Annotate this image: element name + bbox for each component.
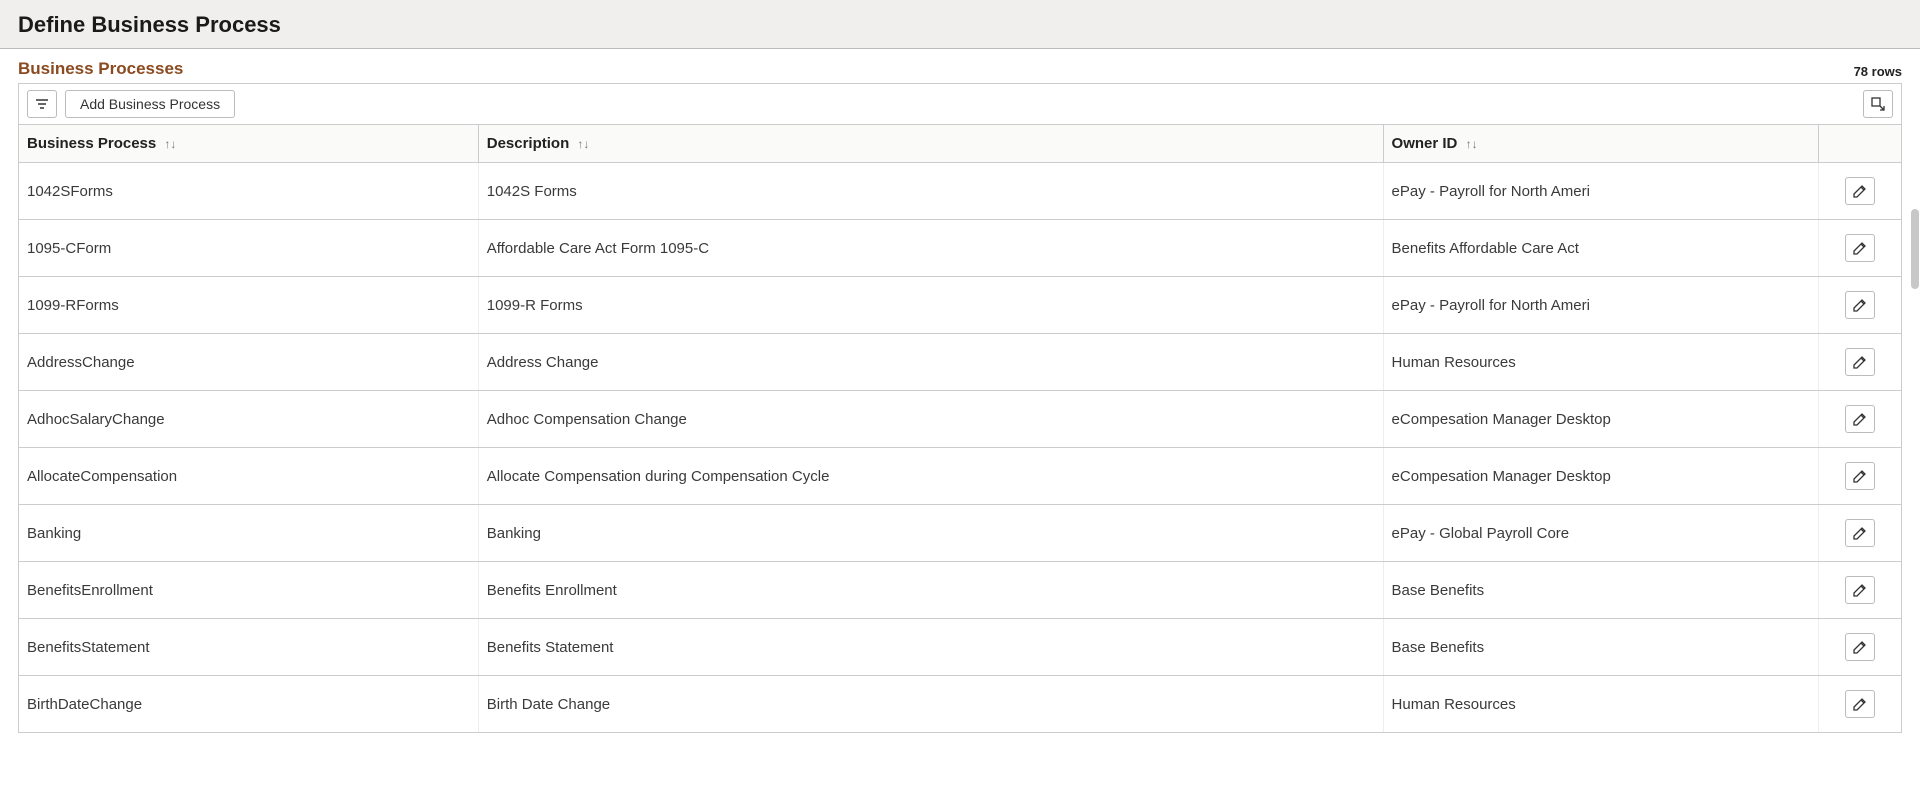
edit-row-button[interactable]	[1845, 177, 1875, 205]
table-row: BenefitsEnrollmentBenefits EnrollmentBas…	[19, 562, 1902, 619]
table-row: BenefitsStatementBenefits StatementBase …	[19, 619, 1902, 676]
cell-process: 1099-RForms	[19, 277, 479, 334]
edit-row-button[interactable]	[1845, 576, 1875, 604]
cell-actions	[1818, 562, 1901, 619]
toolbar: Add Business Process	[18, 83, 1902, 124]
table-row: AllocateCompensationAllocate Compensatio…	[19, 448, 1902, 505]
cell-description: Benefits Statement	[478, 619, 1383, 676]
table-row: BankingBankingePay - Global Payroll Core	[19, 505, 1902, 562]
page-header: Define Business Process	[0, 0, 1920, 49]
cell-actions	[1818, 448, 1901, 505]
cell-description: 1042S Forms	[478, 163, 1383, 220]
sort-icon: ↑↓	[1466, 137, 1478, 151]
pencil-icon	[1852, 183, 1868, 199]
table-row: AdhocSalaryChangeAdhoc Compensation Chan…	[19, 391, 1902, 448]
table-row: BirthDateChangeBirth Date ChangeHuman Re…	[19, 676, 1902, 733]
table-row: 1099-RForms1099-R FormsePay - Payroll fo…	[19, 277, 1902, 334]
cell-process: AllocateCompensation	[19, 448, 479, 505]
pencil-icon	[1852, 525, 1868, 541]
col-header-owner-label: Owner ID	[1392, 135, 1458, 152]
cell-owner: Benefits Affordable Care Act	[1383, 220, 1818, 277]
add-business-process-button[interactable]: Add Business Process	[65, 90, 235, 118]
content-area: Business Processes 78 rows Add Business …	[0, 49, 1920, 733]
edit-row-button[interactable]	[1845, 234, 1875, 262]
cell-actions	[1818, 220, 1901, 277]
cell-actions	[1818, 676, 1901, 733]
cell-description: Allocate Compensation during Compensatio…	[478, 448, 1383, 505]
cell-owner: ePay - Payroll for North Ameri	[1383, 163, 1818, 220]
cell-process: BirthDateChange	[19, 676, 479, 733]
pencil-icon	[1852, 240, 1868, 256]
edit-row-button[interactable]	[1845, 348, 1875, 376]
cell-actions	[1818, 505, 1901, 562]
cell-owner: ePay - Global Payroll Core	[1383, 505, 1818, 562]
col-header-owner[interactable]: Owner ID ↑↓	[1383, 125, 1818, 163]
cell-owner: Human Resources	[1383, 334, 1818, 391]
pencil-icon	[1852, 639, 1868, 655]
col-header-description[interactable]: Description ↑↓	[478, 125, 1383, 163]
cell-description: Birth Date Change	[478, 676, 1383, 733]
cell-owner: Base Benefits	[1383, 562, 1818, 619]
pencil-icon	[1852, 696, 1868, 712]
cell-process: BenefitsEnrollment	[19, 562, 479, 619]
cell-actions	[1818, 163, 1901, 220]
edit-row-button[interactable]	[1845, 291, 1875, 319]
cell-owner: Human Resources	[1383, 676, 1818, 733]
cell-process: Banking	[19, 505, 479, 562]
pencil-icon	[1852, 468, 1868, 484]
business-process-table: Business Process ↑↓ Description ↑↓ Owner…	[18, 124, 1902, 733]
table-wrap: Business Process ↑↓ Description ↑↓ Owner…	[18, 124, 1902, 733]
edit-row-button[interactable]	[1845, 690, 1875, 718]
cell-owner: eCompesation Manager Desktop	[1383, 391, 1818, 448]
table-row: 1042SForms1042S FormsePay - Payroll for …	[19, 163, 1902, 220]
col-header-process[interactable]: Business Process ↑↓	[19, 125, 479, 163]
table-row: AddressChangeAddress ChangeHuman Resourc…	[19, 334, 1902, 391]
filter-icon	[34, 96, 50, 112]
table-header-row: Business Process ↑↓ Description ↑↓ Owner…	[19, 125, 1902, 163]
cell-owner: ePay - Payroll for North Ameri	[1383, 277, 1818, 334]
scrollbar-thumb[interactable]	[1911, 209, 1919, 289]
edit-row-button[interactable]	[1845, 462, 1875, 490]
cell-process: BenefitsStatement	[19, 619, 479, 676]
cell-owner: eCompesation Manager Desktop	[1383, 448, 1818, 505]
section-title: Business Processes	[18, 59, 183, 79]
export-icon	[1870, 96, 1886, 112]
cell-description: Banking	[478, 505, 1383, 562]
cell-actions	[1818, 277, 1901, 334]
filter-button[interactable]	[27, 90, 57, 118]
cell-description: Address Change	[478, 334, 1383, 391]
cell-process: AddressChange	[19, 334, 479, 391]
pencil-icon	[1852, 297, 1868, 313]
table-row: 1095-CFormAffordable Care Act Form 1095-…	[19, 220, 1902, 277]
cell-description: Affordable Care Act Form 1095-C	[478, 220, 1383, 277]
sort-icon: ↑↓	[164, 137, 176, 151]
col-header-actions	[1818, 125, 1901, 163]
cell-process: 1095-CForm	[19, 220, 479, 277]
sort-icon: ↑↓	[577, 137, 589, 151]
add-business-process-label: Add Business Process	[80, 96, 220, 112]
cell-description: Adhoc Compensation Change	[478, 391, 1383, 448]
row-count-label: 78 rows	[1854, 64, 1902, 79]
edit-row-button[interactable]	[1845, 519, 1875, 547]
cell-process: 1042SForms	[19, 163, 479, 220]
toolbar-left: Add Business Process	[27, 90, 235, 118]
subheader-row: Business Processes 78 rows	[18, 59, 1902, 79]
cell-process: AdhocSalaryChange	[19, 391, 479, 448]
cell-actions	[1818, 391, 1901, 448]
cell-description: Benefits Enrollment	[478, 562, 1383, 619]
export-button[interactable]	[1863, 90, 1893, 118]
cell-description: 1099-R Forms	[478, 277, 1383, 334]
pencil-icon	[1852, 354, 1868, 370]
edit-row-button[interactable]	[1845, 633, 1875, 661]
pencil-icon	[1852, 582, 1868, 598]
cell-actions	[1818, 334, 1901, 391]
pencil-icon	[1852, 411, 1868, 427]
edit-row-button[interactable]	[1845, 405, 1875, 433]
cell-actions	[1818, 619, 1901, 676]
cell-owner: Base Benefits	[1383, 619, 1818, 676]
col-header-description-label: Description	[487, 135, 570, 152]
col-header-process-label: Business Process	[27, 135, 156, 152]
page-title: Define Business Process	[18, 12, 1902, 38]
